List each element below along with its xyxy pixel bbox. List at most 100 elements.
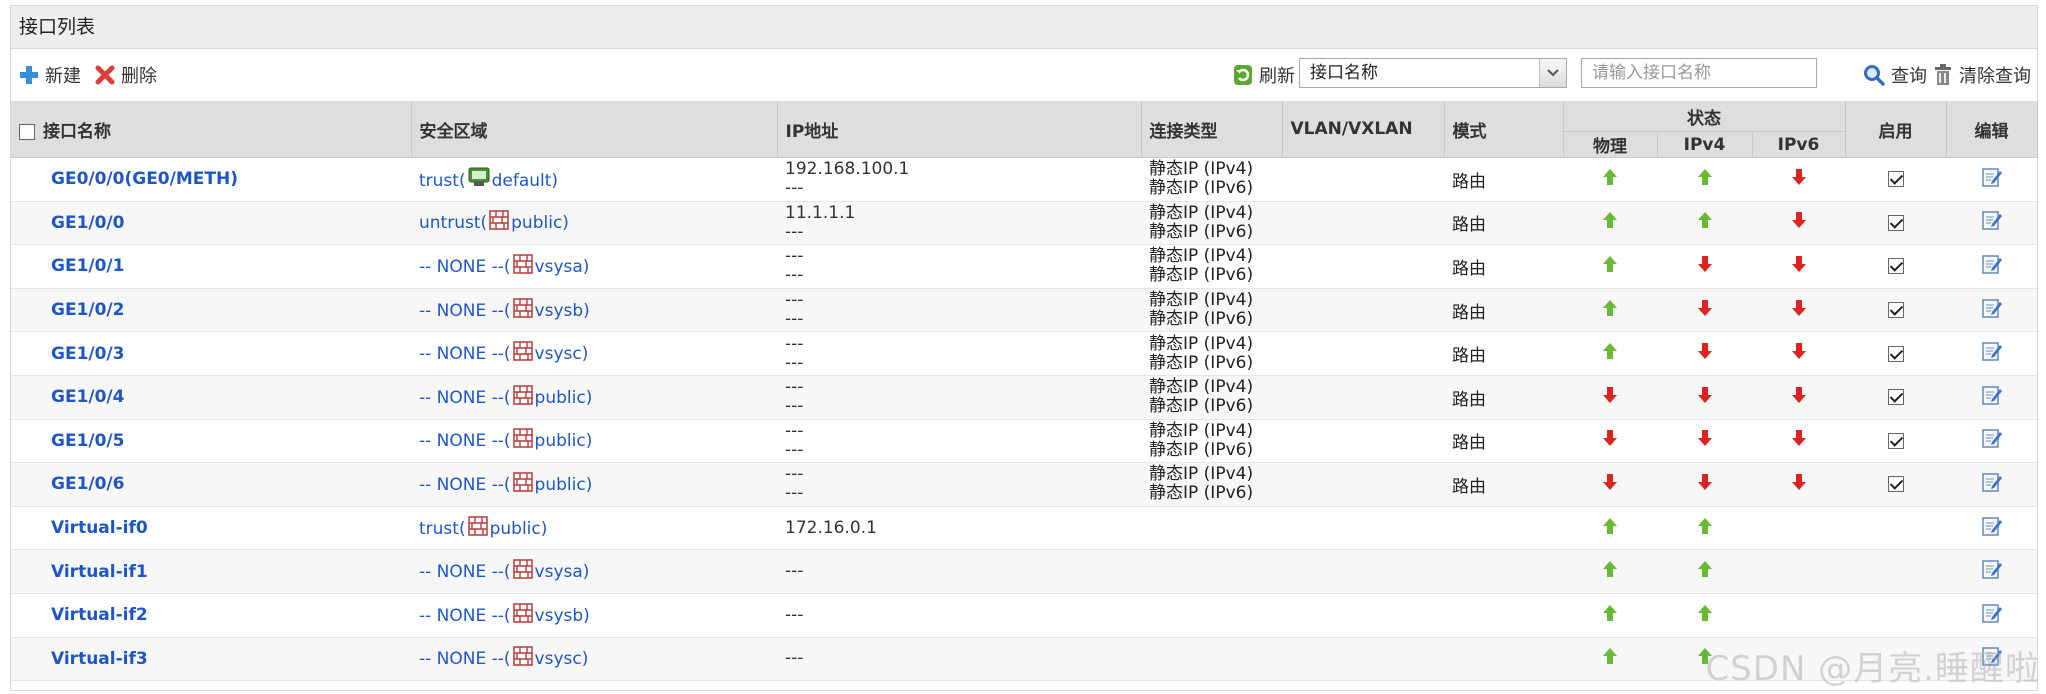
zone-link[interactable]: -- NONE --(public)	[419, 472, 592, 495]
conn-type-ipv6: 静态IP (IPv6)	[1149, 439, 1254, 460]
edit-icon[interactable]	[1981, 386, 2003, 411]
delete-x-icon	[95, 65, 115, 85]
zone-link[interactable]: trust(public)	[419, 515, 547, 539]
enable-checkbox[interactable]	[1887, 432, 1904, 449]
enable-checkbox[interactable]	[1887, 389, 1904, 406]
enable-checkbox[interactable]	[1887, 171, 1904, 188]
enable-checkbox[interactable]	[1887, 302, 1904, 319]
zone-link[interactable]: untrust(public)	[419, 210, 569, 233]
search-field-select[interactable]: 接口名称	[1299, 58, 1567, 88]
zone-link[interactable]: trust(default)	[419, 167, 558, 191]
ipv6-status-cell	[1752, 201, 1845, 246]
status-up-arrow-icon	[1602, 343, 1618, 365]
interface-name-cell: Virtual-if3	[11, 637, 411, 682]
zone-cell: -- NONE --(vsysb)	[411, 288, 777, 333]
vlan-cell	[1282, 637, 1444, 682]
column-header-mode: 模式	[1444, 101, 1564, 158]
interface-name-link[interactable]: GE1/0/0	[19, 213, 124, 233]
zone-cell: trust(public)	[411, 506, 777, 551]
edit-icon[interactable]	[1981, 429, 2003, 454]
interface-name-link[interactable]: GE1/0/6	[19, 474, 124, 494]
conn-type-ipv6: 静态IP (IPv6)	[1149, 396, 1254, 417]
edit-icon[interactable]	[1981, 342, 2003, 367]
refresh-button[interactable]: 刷新	[1233, 61, 1295, 89]
ipv4-address: 11.1.1.1	[785, 202, 856, 223]
edit-icon[interactable]	[1981, 604, 2003, 629]
enable-cell	[1845, 593, 1946, 638]
zone-link[interactable]: -- NONE --(vsysa)	[419, 559, 589, 582]
status-down-arrow-icon	[1697, 430, 1713, 452]
edit-icon[interactable]	[1981, 516, 2003, 542]
physical-status-cell	[1563, 331, 1657, 376]
search-input[interactable]	[1581, 58, 1817, 88]
enable-checkbox[interactable]	[1887, 214, 1904, 231]
interface-name-link[interactable]: GE1/0/1	[19, 256, 124, 276]
status-up-arrow-icon	[1697, 604, 1713, 627]
firewall-brick-icon	[512, 297, 533, 323]
interface-name-link[interactable]: GE1/0/2	[19, 300, 124, 320]
interface-name-link[interactable]: GE0/0/0(GE0/METH)	[19, 169, 238, 189]
ipv4-address: ---	[785, 648, 804, 669]
new-button[interactable]: 新建	[19, 61, 81, 89]
enable-cell	[1845, 419, 1946, 464]
chevron-down-icon[interactable]	[1539, 59, 1566, 87]
ipv4-address: ---	[785, 290, 804, 311]
edit-icon[interactable]	[1981, 255, 2003, 280]
edit-icon[interactable]	[1981, 298, 2003, 324]
conn-type-cell: 静态IP (IPv4) 静态IP (IPv6)	[1141, 157, 1282, 202]
ip-cell: ---	[777, 549, 1141, 594]
clear-query-button[interactable]: 清除查询	[1933, 61, 2031, 89]
enable-cell	[1845, 331, 1946, 376]
edit-cell	[1946, 549, 2037, 594]
query-button-label: 查询	[1891, 66, 1927, 87]
mode-cell: 路由	[1444, 157, 1563, 202]
status-up-arrow-icon	[1697, 561, 1713, 583]
delete-button[interactable]: 删除	[95, 61, 157, 89]
zone-link[interactable]: -- NONE --(vsysb)	[419, 297, 590, 323]
interface-name-link[interactable]: Virtual-if2	[19, 605, 148, 625]
physical-status-cell	[1563, 593, 1657, 638]
edit-icon[interactable]	[1981, 560, 2003, 585]
interface-name-link[interactable]: GE1/0/4	[19, 387, 124, 407]
edit-icon[interactable]	[1981, 473, 2003, 498]
column-header-ipv6: IPv6	[1752, 131, 1846, 158]
interface-name-link[interactable]: Virtual-if1	[19, 562, 148, 582]
table-row: Virtual-if3 -- NONE --(vsysc) ---	[11, 637, 2037, 682]
conn-type-ipv6: 静态IP (IPv6)	[1149, 309, 1254, 330]
ip-cell: --- ---	[777, 419, 1141, 464]
zone-cell: -- NONE --(public)	[411, 462, 777, 507]
table-row: GE0/0/0(GE0/METH) trust(default) 192.168…	[11, 157, 2037, 202]
interface-name-link[interactable]: Virtual-if0	[19, 518, 148, 538]
enable-checkbox[interactable]	[1887, 476, 1904, 493]
conn-type-cell	[1141, 549, 1282, 594]
zone-link[interactable]: -- NONE --(vsysb)	[419, 602, 590, 626]
zone-link[interactable]: -- NONE --(vsysc)	[419, 341, 588, 364]
table-row: GE1/0/5 -- NONE --(public) --- --- 静态IP (…	[11, 419, 2037, 464]
zone-link[interactable]: -- NONE --(vsysa)	[419, 254, 589, 277]
zone-link[interactable]: -- NONE --(vsysc)	[419, 646, 589, 671]
edit-icon[interactable]	[1981, 168, 2003, 193]
column-header-zone: 安全区域	[411, 101, 778, 158]
enable-cell	[1845, 637, 1946, 682]
zone-link[interactable]: -- NONE --(public)	[419, 428, 592, 451]
conn-type-ipv4: 静态IP (IPv4)	[1149, 464, 1254, 485]
zone-name: vsysc)	[534, 649, 589, 670]
query-button[interactable]: 查询	[1863, 61, 1927, 89]
firewall-brick-icon	[512, 646, 533, 671]
interface-name-link[interactable]: GE1/0/3	[19, 344, 124, 364]
column-header-status: 状态	[1563, 101, 1846, 132]
column-header-ip: IP地址	[777, 101, 1142, 158]
edit-icon[interactable]	[1981, 211, 2003, 236]
edit-icon[interactable]	[1981, 647, 2003, 672]
enable-checkbox[interactable]	[1887, 345, 1904, 362]
enable-checkbox[interactable]	[1887, 258, 1904, 275]
status-down-arrow-icon	[1602, 430, 1618, 452]
interface-name-link[interactable]: Virtual-if3	[19, 649, 148, 669]
zone-link[interactable]: -- NONE --(public)	[419, 385, 592, 408]
interface-name-cell: Virtual-if1	[11, 549, 411, 594]
magnifier-icon	[1864, 65, 1885, 86]
select-all-checkbox[interactable]	[19, 123, 35, 140]
ipv6-status-cell	[1752, 419, 1845, 464]
interface-name-link[interactable]: GE1/0/5	[19, 431, 124, 451]
vlan-cell	[1282, 244, 1444, 289]
